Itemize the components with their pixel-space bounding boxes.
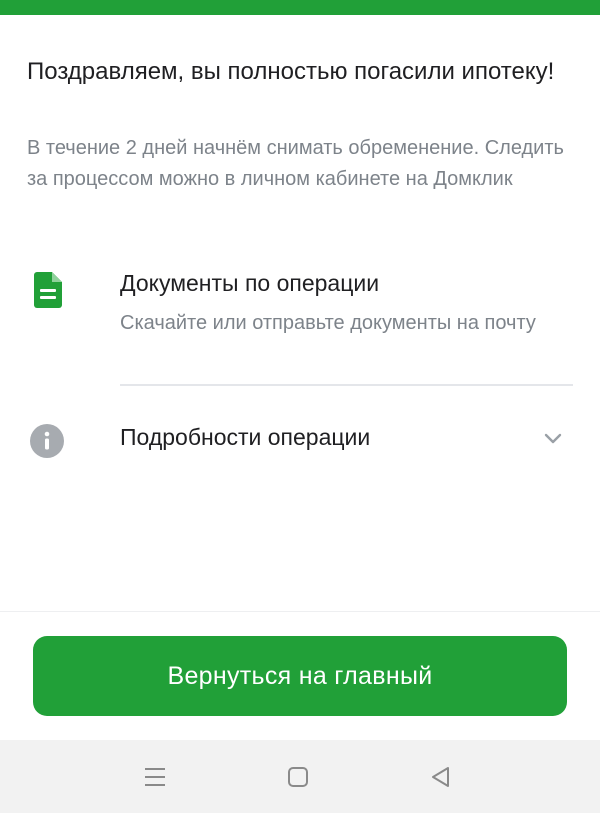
home-icon[interactable] (283, 762, 313, 792)
chevron-down-icon[interactable] (543, 432, 563, 446)
mortgage-paid-screen: Поздравляем, вы полностью погасили ипоте… (0, 0, 600, 813)
system-navigation-bar (0, 740, 600, 813)
menu-icon[interactable] (140, 762, 170, 792)
operation-details-title: Подробности операции (120, 424, 371, 450)
back-to-main-button[interactable]: Вернуться на главный (33, 636, 567, 716)
back-icon[interactable] (426, 762, 456, 792)
footer-divider (0, 611, 600, 612)
status-accent-bar (0, 0, 600, 15)
document-icon (34, 272, 62, 308)
operation-details-item[interactable]: Подробности операции (0, 412, 600, 466)
page-title: Поздравляем, вы полностью погасили ипоте… (27, 58, 555, 85)
info-icon (30, 424, 64, 458)
documents-description: Скачайте или отправьте документы на почт… (120, 312, 536, 334)
page-subtitle: В течение 2 дней начнём снимать обремене… (27, 137, 564, 190)
documents-title: Документы по операции (120, 270, 380, 296)
documents-item[interactable]: Документы по операции Скачайте или отпра… (0, 266, 600, 388)
item-divider (120, 384, 573, 386)
